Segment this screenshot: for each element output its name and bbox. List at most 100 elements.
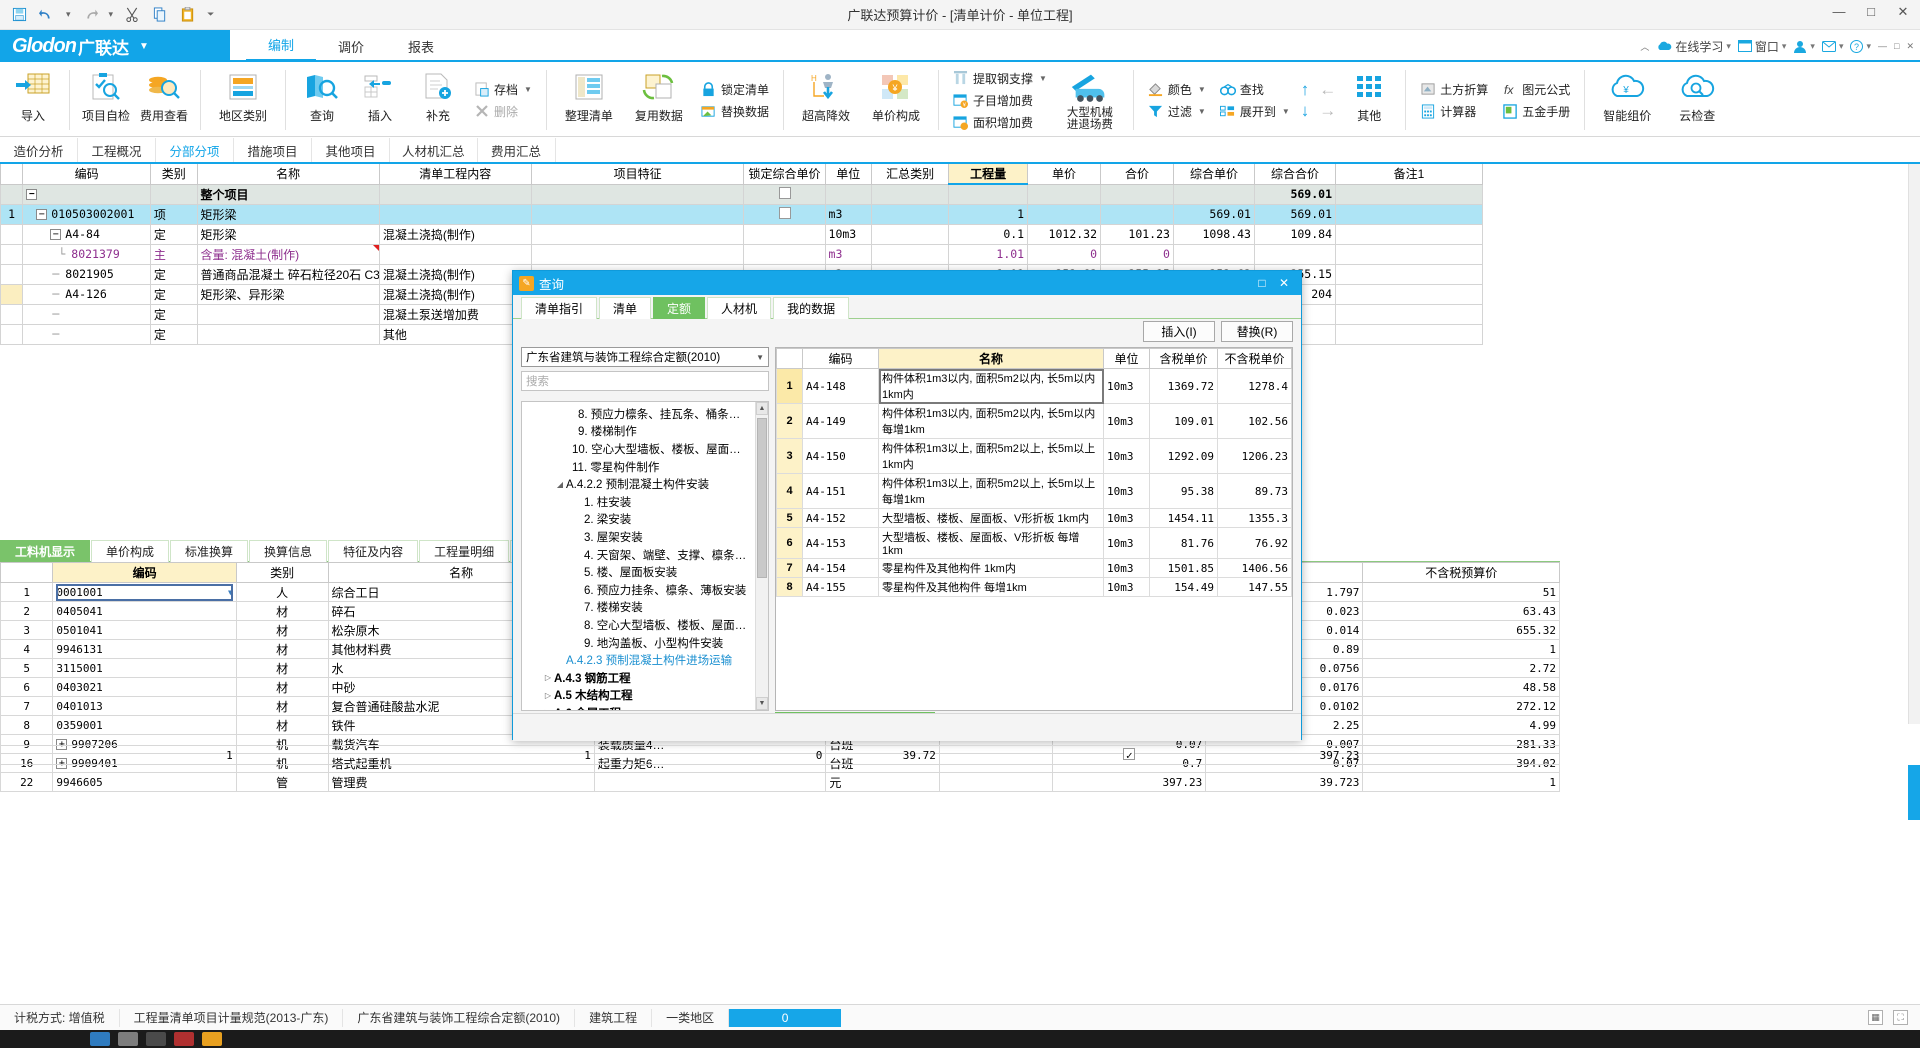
doc-tab-subdivision[interactable]: 分部分项 [156, 138, 234, 162]
lower-row-budget[interactable]: 2.72 [1362, 658, 1560, 678]
main-col-code[interactable]: 编码 [22, 164, 151, 185]
row-feature[interactable] [530, 243, 745, 265]
cloud-check-button[interactable]: 云检查 [1662, 64, 1732, 136]
dialog-maximize-button[interactable]: □ [1251, 276, 1273, 290]
main-col-note1[interactable]: 备注1 [1335, 164, 1483, 185]
menu-tab-report[interactable]: 报表 [386, 30, 456, 62]
row-quantity[interactable] [948, 183, 1029, 205]
row-category[interactable]: 定 [149, 223, 198, 245]
doc-tab-resource-summary[interactable]: 人材机汇总 [390, 138, 478, 162]
triangle-expanded-icon[interactable]: ◢ [554, 480, 566, 489]
self-check-button[interactable]: 项目自检 [77, 64, 135, 136]
lower-row-category[interactable]: 材 [235, 696, 329, 716]
row-comp-price[interactable]: 569.01 [1172, 203, 1255, 225]
tree-node[interactable]: 8. 空心大型墙板、楼板、屋面… [522, 616, 768, 634]
row-comp-amount[interactable]: 569.01 [1253, 183, 1337, 205]
row-note[interactable] [1335, 183, 1483, 205]
row-sum-type[interactable] [871, 183, 950, 205]
row-note[interactable] [1335, 323, 1483, 345]
tree-node[interactable]: 10. 空心大型墙板、楼板、屋面… [522, 440, 768, 458]
dialog-close-button[interactable]: ✕ [1273, 276, 1295, 290]
status-badge[interactable]: 0 [729, 1008, 842, 1027]
row-content[interactable] [378, 243, 532, 265]
menu-tab-compile[interactable]: 编制 [246, 30, 316, 62]
row-lock-checkbox-cell[interactable] [743, 183, 826, 205]
row-name[interactable]: 整个项目 [196, 183, 380, 205]
main-col-comp-amount[interactable]: 综合合价 [1253, 164, 1337, 185]
table-row[interactable]: 4 A4-151 构件体积1m3以上, 面积5m2以上, 长5m以上 每增1km… [776, 473, 1292, 509]
row-quantity[interactable]: 1.01 [948, 243, 1029, 265]
row-code[interactable]: ─ [22, 323, 151, 345]
fee-view-button[interactable]: 费用查看 [135, 64, 193, 136]
dialog-row-name[interactable]: 零星构件及其他构件 每增1km [878, 577, 1104, 597]
lower-row-content[interactable]: 397.23 [1052, 772, 1207, 792]
main-col-quantity[interactable]: 工程量 [948, 164, 1029, 185]
query-button[interactable]: 查询 [293, 64, 351, 136]
lock-checkbox[interactable] [778, 186, 791, 199]
dialog-col-unit[interactable]: 单位 [1103, 348, 1150, 369]
area-fee-button[interactable]: 面积增加费 [948, 111, 1052, 133]
main-col-unit[interactable]: 单位 [824, 164, 873, 185]
lower-col-code[interactable]: 编码 [52, 562, 237, 583]
row-amount[interactable]: 0 [1100, 243, 1174, 265]
lower-tab-standard-conversion[interactable]: 标准换算 [170, 540, 249, 562]
lock-list-button[interactable]: 锁定清单 [696, 78, 774, 100]
table-row[interactable]: − A4-84 定 矩形梁 混凝土浇捣(制作) 10m3 0.1 1012.32 … [0, 223, 1483, 245]
unit-price-compose-button[interactable]: ¥ 单价构成 [861, 64, 931, 136]
lower-col-rowno[interactable] [0, 562, 54, 583]
row-price[interactable]: 0 [1027, 243, 1102, 265]
message-button[interactable]: ▾ [1821, 40, 1843, 52]
insert-dialog-button[interactable]: 插入(I) [1143, 321, 1215, 342]
lower-tab-conversion-info[interactable]: 换算信息 [249, 540, 328, 562]
dialog-row-code[interactable]: A4-152 [802, 508, 879, 528]
height-reduce-button[interactable]: H 超高降效 [791, 64, 861, 136]
row-content[interactable] [378, 203, 532, 225]
lower-row-category[interactable]: 材 [235, 601, 329, 621]
row-content[interactable]: 其他 [378, 323, 532, 345]
row-content[interactable] [378, 183, 532, 205]
lower-row-budget[interactable]: 4.99 [1362, 715, 1560, 735]
expander-icon[interactable]: − [50, 229, 62, 240]
tree-node[interactable]: ◢ A.4.2.2 预制混凝土构件安装 [522, 475, 768, 493]
dialog-row-code[interactable]: A4-153 [802, 527, 879, 559]
tree-node[interactable]: 3. 屋架安装 [522, 528, 768, 546]
row-price[interactable] [1027, 203, 1102, 225]
customize-icon[interactable]: ⏷ [207, 9, 214, 20]
lower-row-budget[interactable]: 272.12 [1362, 696, 1560, 716]
row-name[interactable]: 矩形梁 [196, 203, 380, 225]
table-row[interactable]: 3 A4-150 构件体积1m3以上, 面积5m2以上, 长5m以上 1km内 … [776, 438, 1292, 474]
row-lock-checkbox-cell[interactable] [743, 243, 826, 265]
tree-node[interactable]: 8. 预应力檩条、挂瓦条、桶条… [522, 405, 768, 423]
collapse-ribbon-icon[interactable]: ︿ [1640, 40, 1649, 53]
arrow-right-icon[interactable]: → [1319, 102, 1336, 119]
dialog-row-notax-price[interactable]: 102.56 [1217, 403, 1292, 439]
triangle-collapsed-icon[interactable]: ▷ [542, 691, 554, 700]
menu-tab-adjust-price[interactable]: 调价 [316, 30, 386, 62]
row-category[interactable]: 项 [149, 203, 198, 225]
row-code[interactable]: └ 8021379 [22, 243, 151, 265]
row-comp-amount[interactable]: 109.84 [1253, 223, 1337, 245]
row-code[interactable]: ─ A4-126 [22, 283, 151, 305]
taskbar-app-5-icon[interactable] [202, 1032, 222, 1046]
row-name[interactable] [196, 323, 380, 345]
row-quantity[interactable]: 0.1 [948, 223, 1029, 245]
row-comp-price[interactable] [1172, 243, 1255, 265]
dialog-row-name[interactable]: 构件体积1m3以内, 面积5m2以内, 长5m以内 每增1km [878, 403, 1104, 439]
query-dialog[interactable]: ✎ 查询 □ ✕ 清单指引 清单 定额 人材机 我的数据 插入(I) 替换(R)… [512, 270, 1302, 741]
expand-to-button[interactable]: 展开到 ▼ [1215, 100, 1295, 122]
dialog-row-name[interactable]: 构件体积1m3以上, 面积5m2以上, 长5m以上 1km内 [878, 438, 1104, 474]
brand-logo-box[interactable]: Glodon 广联达 ▼ [0, 30, 230, 62]
lower-row-code[interactable]: 9946131 [52, 639, 237, 659]
row-feature[interactable] [530, 223, 745, 245]
row-code[interactable]: − [22, 183, 151, 205]
lower-row-quantity[interactable]: 39.723 [1205, 772, 1364, 792]
paste-icon[interactable] [179, 6, 197, 24]
dialog-row-tax-price[interactable]: 109.01 [1149, 403, 1218, 439]
tree-node[interactable]: 6. 预应力挂条、檩条、薄板安装 [522, 581, 768, 599]
fullscreen-icon[interactable]: ⛶ [1893, 1010, 1908, 1025]
row-category[interactable]: 主 [149, 243, 198, 265]
lower-row-budget[interactable]: 51 [1362, 582, 1560, 602]
dialog-row-tax-price[interactable]: 154.49 [1149, 577, 1218, 597]
table-row[interactable]: 7 A4-154 零星构件及其他构件 1km内 10m3 1501.85 140… [776, 558, 1292, 578]
row-lock-checkbox-cell[interactable] [743, 223, 826, 245]
